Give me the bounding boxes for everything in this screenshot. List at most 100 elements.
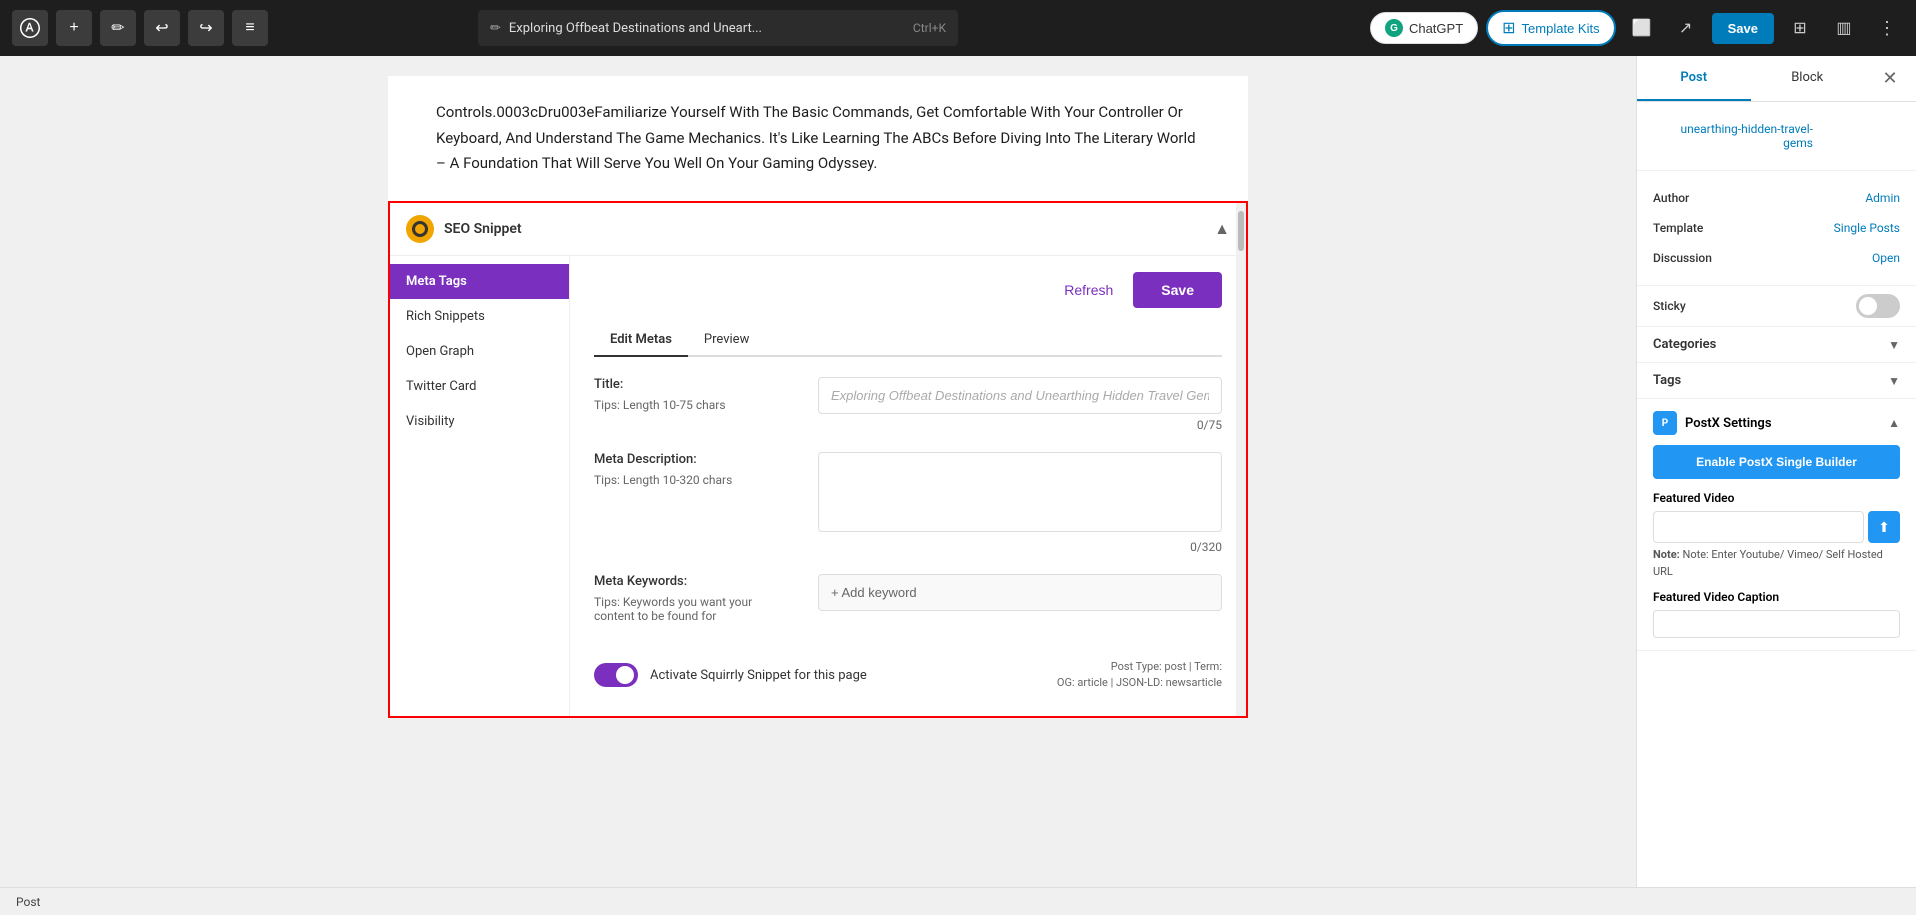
wordpress-logo[interactable] [12, 10, 48, 46]
tab-preview[interactable]: Preview [688, 324, 765, 357]
seo-panel-title: SEO Snippet [444, 221, 522, 237]
seo-nav-open-graph[interactable]: Open Graph [390, 334, 569, 369]
sidebar-close-button[interactable]: ✕ [1872, 61, 1908, 97]
preview-button[interactable]: ↗ [1668, 10, 1704, 46]
toolbar: + ✏ ↩ ↪ ≡ ✏ Exploring Offbeat Destinatio… [0, 0, 1916, 56]
sidebar-tabs: Post Block ✕ [1637, 56, 1916, 102]
categories-chevron-icon: ▼ [1888, 338, 1900, 352]
seo-header-left: SEO Snippet [406, 215, 522, 243]
meta-desc-field-col: 0/320 [818, 452, 1222, 554]
video-url-input[interactable] [1653, 511, 1864, 543]
more-options-button[interactable]: ⋮ [1870, 14, 1904, 43]
meta-desc-textarea[interactable] [818, 452, 1222, 532]
seo-logo-inner [412, 221, 428, 237]
seo-main-content: Refresh Save Edit Metas Preview [570, 256, 1246, 716]
title-label: Title: [594, 377, 794, 392]
editor-text[interactable]: Controls.0003cDru003eFamiliarize Yoursel… [388, 76, 1248, 201]
add-keyword-button[interactable]: + Add keyword [819, 575, 1221, 610]
tags-section[interactable]: Tags ▼ [1637, 363, 1916, 399]
list-view-button[interactable]: ≡ [232, 10, 268, 46]
layout-button[interactable]: ⬜ [1624, 10, 1660, 46]
template-value[interactable]: Single Posts [1834, 221, 1900, 235]
seo-vscroll[interactable] [1236, 203, 1246, 716]
postx-header[interactable]: P PostX Settings ▲ [1653, 411, 1900, 435]
discussion-value[interactable]: Open [1872, 251, 1900, 265]
sticky-row: Sticky [1637, 286, 1916, 327]
chatgpt-button[interactable]: G ChatGPT [1370, 12, 1478, 44]
video-input-row: ⬆ [1653, 511, 1900, 543]
chatgpt-icon: G [1385, 19, 1403, 37]
title-field-col: 0/75 [818, 377, 1222, 432]
template-label: Template [1653, 221, 1703, 235]
url-section: unearthing-hidden-travel-gems [1637, 102, 1916, 171]
author-value[interactable]: Admin [1865, 191, 1900, 205]
enable-postx-button[interactable]: Enable PostX Single Builder [1653, 445, 1900, 479]
keyword-input-wrap: + Add keyword [818, 574, 1222, 611]
tab-edit-metas[interactable]: Edit Metas [594, 324, 688, 357]
seo-nav-rich-snippets[interactable]: Rich Snippets [390, 299, 569, 334]
main-layout: Controls.0003cDru003eFamiliarize Yoursel… [0, 0, 1916, 915]
postx-settings-label: PostX Settings [1685, 416, 1772, 431]
title-tip: Tips: Length 10-75 chars [594, 398, 794, 412]
video-note: Note: Note: Enter Youtube/ Vimeo/ Self H… [1653, 547, 1900, 580]
refresh-button[interactable]: Refresh [1056, 278, 1121, 302]
featured-caption-label: Featured Video Caption [1653, 590, 1900, 604]
redo-button[interactable]: ↪ [188, 10, 224, 46]
settings-button[interactable]: ▥ [1826, 10, 1862, 46]
activate-row: Activate Squirrly Snippet for this page … [594, 643, 1222, 700]
template-kits-button[interactable]: ⊞ Template Kits [1486, 10, 1615, 46]
title-input[interactable] [818, 377, 1222, 414]
meta-keywords-form-row: Meta Keywords: Tips: Keywords you want y… [594, 574, 1222, 623]
editor-area[interactable]: Controls.0003cDru003eFamiliarize Yoursel… [0, 56, 1636, 915]
seo-logo [406, 215, 434, 243]
seo-nav-meta-tags[interactable]: Meta Tags [390, 264, 569, 299]
activate-label: Activate Squirrly Snippet for this page [650, 668, 867, 683]
video-upload-button[interactable]: ⬆ [1868, 511, 1900, 543]
seo-header[interactable]: SEO Snippet ▲ [390, 203, 1246, 256]
discussion-row: Discussion Open [1653, 243, 1900, 273]
url-value[interactable]: unearthing-hidden-travel-gems [1653, 122, 1813, 150]
toolbar-right-actions: G ChatGPT ⊞ Template Kits ⬜ ↗ Save ⊞ ▥ ⋮ [1370, 10, 1904, 46]
seo-tabs: Edit Metas Preview [594, 324, 1222, 357]
post-title-bar[interactable]: ✏ Exploring Offbeat Destinations and Une… [478, 10, 958, 46]
tab-block[interactable]: Block [1751, 56, 1865, 101]
right-sidebar: Post Block ✕ unearthing-hidden-travel-ge… [1636, 56, 1916, 915]
meta-keywords-label-col: Meta Keywords: Tips: Keywords you want y… [594, 574, 794, 623]
status-bar-label: Post [16, 895, 40, 909]
featured-caption-input[interactable] [1653, 610, 1900, 638]
meta-desc-char-count: 0/320 [818, 540, 1222, 554]
seo-nav-twitter-card[interactable]: Twitter Card [390, 369, 569, 404]
meta-desc-label-col: Meta Description: Tips: Length 10-320 ch… [594, 452, 794, 487]
meta-desc-label: Meta Description: [594, 452, 794, 467]
activate-toggle[interactable] [594, 663, 638, 687]
seo-body: Meta Tags Rich Snippets Open Graph Twitt… [390, 256, 1246, 716]
undo-button[interactable]: ↩ [144, 10, 180, 46]
post-type-info: Post Type: post | Term: OG: article | JS… [1057, 659, 1222, 692]
meta-desc-tip: Tips: Length 10-320 chars [594, 473, 794, 487]
tags-chevron-icon: ▼ [1888, 374, 1900, 388]
categories-section[interactable]: Categories ▼ [1637, 327, 1916, 363]
keyboard-shortcut: Ctrl+K [913, 21, 946, 35]
sticky-label: Sticky [1653, 299, 1686, 313]
url-row: unearthing-hidden-travel-gems [1653, 114, 1900, 158]
sticky-toggle[interactable] [1856, 294, 1900, 318]
seo-collapse-icon[interactable]: ▲ [1214, 219, 1230, 239]
save-button[interactable]: Save [1712, 13, 1774, 44]
meta-desc-form-row: Meta Description: Tips: Length 10-320 ch… [594, 452, 1222, 554]
tab-post[interactable]: Post [1637, 56, 1751, 101]
title-form-row: Title: Tips: Length 10-75 chars 0/75 [594, 377, 1222, 432]
featured-video-label: Featured Video [1653, 491, 1900, 505]
seo-save-button[interactable]: Save [1133, 272, 1222, 308]
add-block-button[interactable]: + [56, 10, 92, 46]
author-section: Author Admin Template Single Posts Discu… [1637, 171, 1916, 286]
title-char-count: 0/75 [818, 418, 1222, 432]
postx-section: P PostX Settings ▲ Enable PostX Single B… [1637, 399, 1916, 651]
seo-vscroll-thumb[interactable] [1238, 211, 1244, 251]
discussion-label: Discussion [1653, 251, 1712, 265]
author-label: Author [1653, 191, 1689, 205]
seo-nav-visibility[interactable]: Visibility [390, 404, 569, 439]
categories-label: Categories [1653, 337, 1716, 352]
block-editor-button[interactable]: ⊞ [1782, 10, 1818, 46]
tools-button[interactable]: ✏ [100, 10, 136, 46]
template-kits-icon: ⊞ [1502, 18, 1515, 38]
